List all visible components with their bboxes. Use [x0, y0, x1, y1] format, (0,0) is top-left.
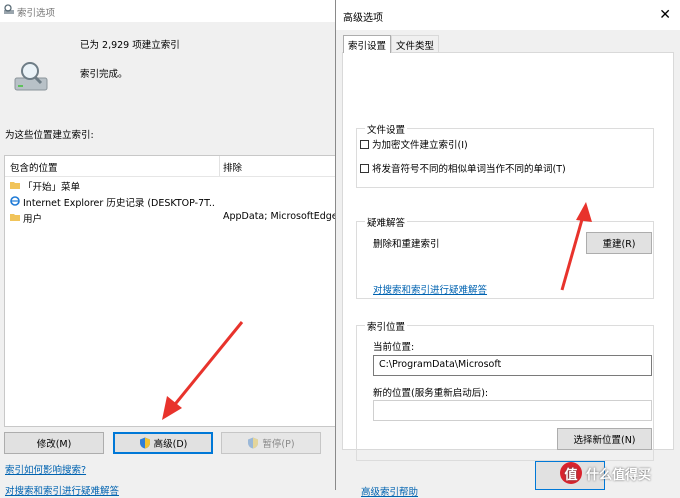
search-drive-icon [14, 62, 48, 91]
current-location-label: 当前位置: [373, 342, 415, 353]
tab-file-types[interactable]: 文件类型 [391, 35, 440, 52]
advanced-index-help-link[interactable]: 高级索引帮助 [361, 484, 418, 498]
rebuild-button[interactable]: 重建(R) [586, 232, 652, 254]
title-bar: 索引选项 [0, 0, 340, 22]
encrypt-files-label: 为加密文件建立索引(I) [372, 140, 468, 151]
tab-panel: 文件设置 为加密文件建立索引(I) 将发音符号不同的相似单词当作不同的单词(T)… [342, 52, 674, 498]
folder-icon [10, 182, 20, 189]
choose-new-location-button[interactable]: 选择新位置(N) [557, 428, 652, 450]
index-status: 索引完成。 [80, 69, 128, 80]
watermark: 值 什么值得买 [560, 462, 651, 484]
troubleshooting-legend: 疑难解答 [365, 215, 408, 229]
table-row[interactable]: 用户 AppData; MicrosoftEdge [5, 210, 337, 225]
advanced-button[interactable]: 高级(D) [113, 432, 213, 454]
header-divider [5, 176, 337, 177]
diacritics-checkbox-row[interactable]: 将发音符号不同的相似单词当作不同的单词(T) [360, 161, 566, 175]
column-header-included[interactable]: 包含的位置 [10, 160, 58, 174]
column-header-exclude[interactable]: 排除 [223, 160, 242, 174]
rebuild-label: 删除和重建索引 [373, 239, 440, 250]
diacritics-checkbox[interactable] [360, 163, 369, 173]
tab-index-settings[interactable]: 索引设置 [343, 35, 392, 53]
encrypt-files-checkbox[interactable] [360, 139, 369, 149]
shield-icon [139, 437, 150, 449]
shield-icon [248, 437, 259, 449]
row-location: 用户 [23, 214, 43, 225]
pause-button[interactable]: 暂停(P) [221, 432, 321, 454]
close-icon[interactable]: ✕ [659, 7, 671, 23]
how-index-affects-link[interactable]: 索引如何影响搜索? [5, 462, 86, 476]
encrypt-files-checkbox-row[interactable]: 为加密文件建立索引(I) [360, 137, 468, 151]
new-location-field[interactable] [373, 400, 652, 421]
row-location: Internet Explorer 历史记录 (DESKTOP-7T... [23, 198, 215, 209]
indexing-options-window: 索引选项 已为 2,929 项建立索引 索引完成。 为这些位置建立索引: 包含的… [0, 0, 340, 497]
dialog-title-bar: 高级选项 ✕ [336, 0, 680, 30]
new-location-label: 新的位置(服务重新启动后): [373, 388, 489, 399]
row-location: 「开始」菜单 [23, 182, 81, 193]
ie-icon [10, 196, 20, 206]
table-row[interactable]: 「开始」菜单 [5, 178, 337, 193]
current-location-field[interactable]: C:\ProgramData\Microsoft [373, 355, 652, 376]
dialog-title: 高级选项 [343, 13, 383, 24]
file-settings-legend: 文件设置 [365, 122, 408, 136]
indexed-count: 已为 2,929 项建立索引 [80, 40, 180, 51]
pause-label: 暂停(P) [262, 439, 295, 450]
window-title: 索引选项 [17, 8, 56, 19]
index-location-legend: 索引位置 [365, 319, 408, 333]
watermark-logo-icon: 值 [560, 462, 582, 484]
modify-label: 修改(M) [36, 439, 72, 450]
table-row[interactable]: Internet Explorer 历史记录 (DESKTOP-7T... [5, 194, 337, 209]
locations-table[interactable]: 包含的位置 排除 「开始」菜单 Internet Explorer 历史记录 (… [4, 155, 338, 427]
indexing-options-icon [4, 4, 14, 14]
folder-icon [10, 214, 20, 221]
advanced-label: 高级(D) [153, 439, 188, 450]
choose-new-location-label: 选择新位置(N) [573, 435, 636, 446]
row-exclude: AppData; MicrosoftEdge [223, 211, 337, 222]
advanced-options-dialog: 高级选项 ✕ 索引设置 文件类型 文件设置 为加密文件建立索引(I) 将发音符号… [335, 0, 680, 498]
locations-label: 为这些位置建立索引: [5, 130, 94, 141]
column-divider [219, 156, 220, 176]
troubleshoot-link[interactable]: 对搜索和索引进行疑难解答 [373, 282, 487, 296]
modify-button[interactable]: 修改(M) [4, 432, 104, 454]
diacritics-label: 将发音符号不同的相似单词当作不同的单词(T) [372, 164, 566, 175]
rebuild-button-label: 重建(R) [602, 239, 636, 250]
watermark-text: 什么值得买 [586, 467, 652, 483]
troubleshoot-link[interactable]: 对搜索和索引进行疑难解答 [5, 483, 119, 497]
